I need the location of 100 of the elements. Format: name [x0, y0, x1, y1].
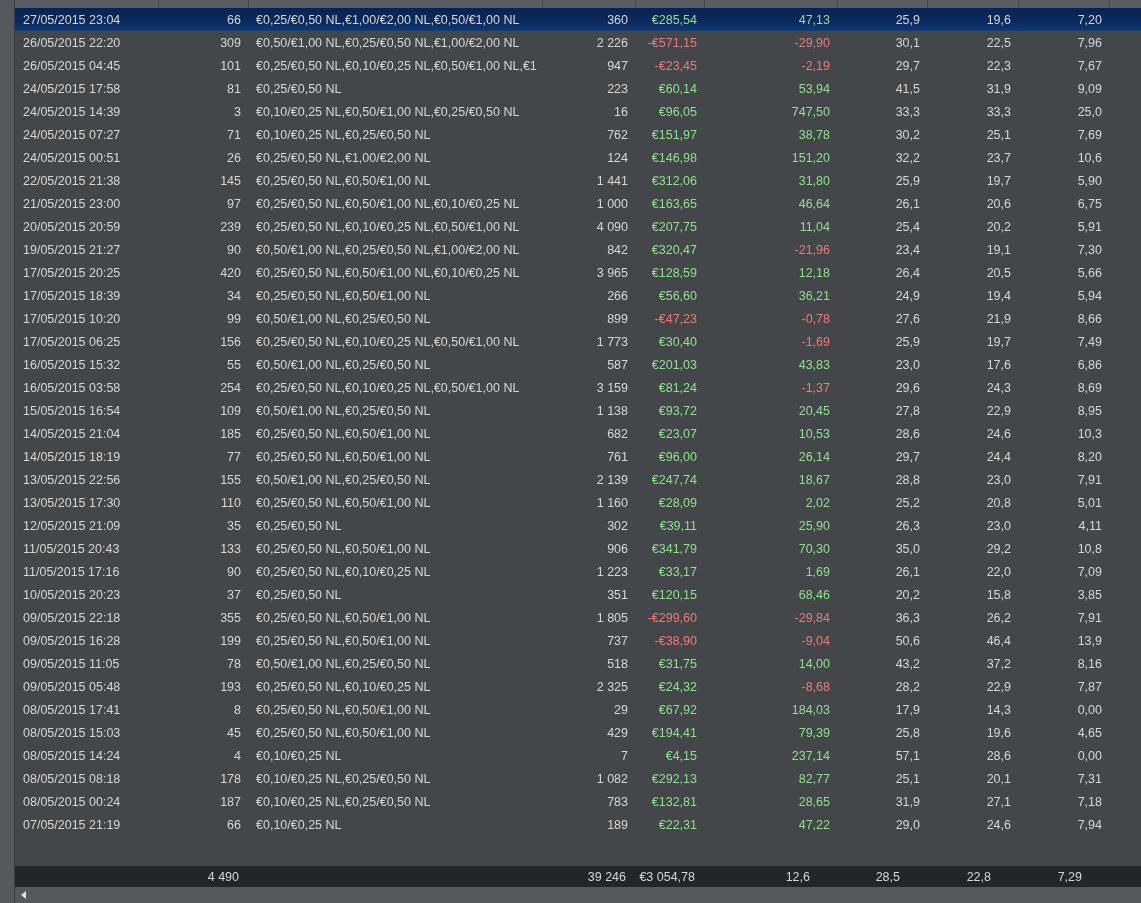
table-row[interactable]: 24/05/2015 17:58 81 €0,25/€0,50 NL 223 €60,14 53,94 41,5 31,9 9,09 — [15, 77, 1141, 100]
table-row[interactable]: 27/05/2015 23:04 66 €0,25/€0,50 NL,€1,00/€2,00 NL,€0,50/€1,00 NL 360 €285,54 47,13 25,9 19,6 7,20 — [15, 8, 1141, 31]
table-row[interactable]: 09/05/2015 11:05 78 €0,50/€1,00 NL,€0,25/€0,50 NL 518 €31,75 14,00 43,2 37,2 8,16 — [15, 652, 1141, 675]
table-cell-text: 08/05/2015 14:24 — [22, 748, 122, 763]
scroll-left-icon[interactable] — [21, 891, 27, 899]
table-cell-text: 22/05/2015 21:38 — [22, 173, 122, 188]
table-cell-text: €0,25/€0,50 NL,€0,50/€1,00 NL,€0,10/€0,25 NL — [255, 196, 521, 211]
table-cell-text: 19/05/2015 21:27 — [22, 242, 122, 257]
table-cell-text: 24/05/2015 14:39 — [22, 104, 122, 119]
table-row[interactable]: 12/05/2015 21:09 35 €0,25/€0,50 NL 302 €39,11 25,90 26,3 23,0 4,11 — [15, 514, 1141, 537]
table-row[interactable]: 17/05/2015 18:39 34 €0,25/€0,50 NL,€0,50/€1,00 NL 266 €56,60 36,21 24,9 19,4 5,94 — [15, 284, 1141, 307]
table-row[interactable]: 09/05/2015 22:18 355 €0,25/€0,50 NL,€0,50/€1,00 NL 1 805 -€299,60 -29,84 36,3 26,2 7,91 — [15, 606, 1141, 629]
table-cell-text: -0,78 — [800, 311, 831, 326]
table-cell-text: 8,16 — [1076, 656, 1103, 671]
table-cell-text: 23,4 — [894, 242, 921, 257]
table-row[interactable]: 08/05/2015 08:18 178 €0,10/€0,25 NL,€0,25/€0,50 NL 1 082 €292,13 82,77 25,1 20,1 7,31 — [15, 767, 1141, 790]
table-cell-text: 29,2 — [985, 541, 1012, 556]
table-cell-text: €0,25/€0,50 NL,€0,10/€0,25 NL,€0,50/€1,00 NL — [255, 334, 521, 349]
table-cell-text: 27/05/2015 23:04 — [22, 12, 122, 27]
table-cell-text: 8,95 — [1076, 403, 1103, 418]
table-cell-text: 26/05/2015 04:45 — [22, 58, 122, 73]
table-cell-text: €292,13 — [650, 771, 698, 786]
table-cell-text: 09/05/2015 05:48 — [22, 679, 122, 694]
table-row[interactable]: 21/05/2015 23:00 97 €0,25/€0,50 NL,€0,50/€1,00 NL,€0,10/€0,25 NL 1 000 €163,65 46,64 26,1 20,6 6,75 — [15, 192, 1141, 215]
table-row[interactable]: 10/05/2015 20:23 37 €0,25/€0,50 NL 351 €120,15 68,46 20,2 15,8 3,85 — [15, 583, 1141, 606]
table-row[interactable]: 15/05/2015 16:54 109 €0,50/€1,00 NL,€0,25/€0,50 NL 1 138 €93,72 20,45 27,8 22,9 8,95 — [15, 399, 1141, 422]
table-cell-text: 1,69 — [804, 564, 831, 579]
table-row[interactable]: 13/05/2015 17:30 110 €0,25/€0,50 NL,€0,50/€1,00 NL 1 160 €28,09 2,02 25,2 20,8 5,01 — [15, 491, 1141, 514]
table-cell-text: 420 — [219, 265, 242, 280]
table-cell-text: 16/05/2015 03:58 — [22, 380, 122, 395]
table-cell-text: €120,15 — [650, 587, 698, 602]
table-row[interactable]: 08/05/2015 00:24 187 €0,10/€0,25 NL,€0,25/€0,50 NL 783 €132,81 28,65 31,9 27,1 7,18 — [15, 790, 1141, 813]
table-row[interactable]: 17/05/2015 06:25 156 €0,25/€0,50 NL,€0,10/€0,25 NL,€0,50/€1,00 NL 1 773 €30,40 -1,69 25,9 19,7 7,49 — [15, 330, 1141, 353]
total-cell-text: 4 490 — [206, 869, 240, 884]
table-cell-text: 178 — [219, 771, 242, 786]
table-row[interactable]: 11/05/2015 20:43 133 €0,25/€0,50 NL,€0,50/€1,00 NL 906 €341,79 70,30 35,0 29,2 10,8 — [15, 537, 1141, 560]
table-row[interactable]: 08/05/2015 15:03 45 €0,25/€0,50 NL,€0,50/€1,00 NL 429 €194,41 79,39 25,8 19,6 4,65 — [15, 721, 1141, 744]
table-cell-text: 8,69 — [1076, 380, 1103, 395]
table-row[interactable]: 09/05/2015 05:48 193 €0,25/€0,50 NL,€0,10/€0,25 NL 2 325 €24,32 -8,68 28,2 22,9 7,87 — [15, 675, 1141, 698]
table-row[interactable]: 20/05/2015 20:59 239 €0,25/€0,50 NL,€0,10/€0,25 NL,€0,50/€1,00 NL 4 090 €207,75 11,04 25,4 20,2 5,91 — [15, 215, 1141, 238]
table-row[interactable]: 16/05/2015 15:32 55 €0,50/€1,00 NL,€0,25/€0,50 NL 587 €201,03 43,83 23,0 17,6 6,86 — [15, 353, 1141, 376]
table-cell-text: 1 441 — [595, 173, 629, 188]
table-cell-text: 3 — [233, 104, 242, 119]
table-cell-text: 50,6 — [894, 633, 921, 648]
table-cell-text: €96,00 — [657, 449, 698, 464]
table-cell-text: 761 — [606, 449, 629, 464]
table-cell-text: €285,54 — [650, 12, 698, 27]
table-row[interactable]: 14/05/2015 18:19 77 €0,25/€0,50 NL,€0,50/€1,00 NL 761 €96,00 26,14 29,7 24,4 8,20 — [15, 445, 1141, 468]
table-cell-text: 35 — [226, 518, 242, 533]
table-cell-text: 25,1 — [894, 771, 921, 786]
table-cell-text: 24,9 — [894, 288, 921, 303]
table-cell-text: 355 — [219, 610, 242, 625]
table-cell-text: 6,86 — [1076, 357, 1103, 372]
table-cell-text: 3,85 — [1076, 587, 1103, 602]
table-cell-text: 360 — [606, 12, 629, 27]
table-row[interactable]: 24/05/2015 00:51 26 €0,25/€0,50 NL,€1,00/€2,00 NL 124 €146,98 151,20 32,2 23,7 10,6 — [15, 146, 1141, 169]
table-cell-text: €39,11 — [658, 518, 698, 533]
table-cell-text: 7,09 — [1076, 564, 1103, 579]
table-cell-text: €0,10/€0,25 NL,€0,50/€1,00 NL,€0,25/€0,50 NL — [255, 104, 521, 119]
table-row[interactable]: 26/05/2015 04:45 101 €0,25/€0,50 NL,€0,10/€0,25 NL,€0,50/€1,00 NL,€1 947 -€23,45 -2,19 29,7 22,3 7,67 — [15, 54, 1141, 77]
table-cell-text: 47,22 — [797, 817, 831, 832]
table-cell-text: 26 — [226, 150, 242, 165]
table-cell-text: 18,67 — [797, 472, 831, 487]
table-row[interactable]: 14/05/2015 21:04 185 €0,25/€0,50 NL,€0,50/€1,00 NL 682 €23,07 10,53 28,6 24,6 10,3 — [15, 422, 1141, 445]
table-row[interactable]: 16/05/2015 03:58 254 €0,25/€0,50 NL,€0,10/€0,25 NL,€0,50/€1,00 NL 3 159 €81,24 -1,37 29,6 24,3 8,69 — [15, 376, 1141, 399]
table-row[interactable]: 19/05/2015 21:27 90 €0,50/€1,00 NL,€0,25/€0,50 NL,€1,00/€2,00 NL 842 €320,47 -21,96 23,4 19,1 7,30 — [15, 238, 1141, 261]
table-cell-text: 10,8 — [1076, 541, 1103, 556]
horizontal-scrollbar[interactable] — [15, 887, 1141, 903]
table-cell-text: 28,6 — [894, 426, 921, 441]
table-row[interactable]: 17/05/2015 20:25 420 €0,25/€0,50 NL,€0,50/€1,00 NL,€0,10/€0,25 NL 3 965 €128,59 12,18 26,4 20,5 5,66 — [15, 261, 1141, 284]
table-cell-text: 1 000 — [595, 196, 629, 211]
table-cell-text: 1 773 — [595, 334, 629, 349]
table-row[interactable]: 24/05/2015 07:27 71 €0,10/€0,25 NL,€0,25/€0,50 NL 762 €151,97 38,78 30,2 25,1 7,69 — [15, 123, 1141, 146]
table-cell-text: €341,79 — [650, 541, 698, 556]
table-row[interactable]: 13/05/2015 22:56 155 €0,50/€1,00 NL,€0,25/€0,50 NL 2 139 €247,74 18,67 28,8 23,0 7,91 — [15, 468, 1141, 491]
table-row[interactable]: 11/05/2015 17:16 90 €0,25/€0,50 NL,€0,10/€0,25 NL 1 223 €33,17 1,69 26,1 22,0 7,09 — [15, 560, 1141, 583]
table-cell-text: 08/05/2015 17:41 — [22, 702, 122, 717]
table-cell-text: -29,84 — [793, 610, 831, 625]
table-cell-text: €67,92 — [657, 702, 698, 717]
table-cell-text: 28,8 — [894, 472, 921, 487]
table-row[interactable]: 22/05/2015 21:38 145 €0,25/€0,50 NL,€0,50/€1,00 NL 1 441 €312,06 31,80 25,9 19,7 5,90 — [15, 169, 1141, 192]
table-row[interactable]: 26/05/2015 22:20 309 €0,50/€1,00 NL,€0,25/€0,50 NL,€1,00/€2,00 NL 2 226 -€571,15 -29,90 30,1 22,5 7,96 — [15, 31, 1141, 54]
table-cell-text: 747,50 — [790, 104, 831, 119]
table-cell-text: €0,25/€0,50 NL,€0,50/€1,00 NL — [255, 725, 432, 740]
table-row[interactable]: 24/05/2015 14:39 3 €0,10/€0,25 NL,€0,50/€1,00 NL,€0,25/€0,50 NL 16 €96,05 747,50 33,3 33,3 25,0 — [15, 100, 1141, 123]
table-cell-text: 7,91 — [1076, 472, 1103, 487]
table-row[interactable]: 17/05/2015 10:20 99 €0,50/€1,00 NL,€0,25/€0,50 NL 899 -€47,23 -0,78 27,6 21,9 8,66 — [15, 307, 1141, 330]
table-cell-text: 24/05/2015 07:27 — [22, 127, 122, 142]
table-row[interactable]: 09/05/2015 16:28 199 €0,25/€0,50 NL,€0,50/€1,00 NL 737 -€38,90 -9,04 50,6 46,4 13,9 — [15, 629, 1141, 652]
table-cell-text: €247,74 — [650, 472, 698, 487]
table-row[interactable]: 07/05/2015 21:19 66 €0,10/€0,25 NL 189 €22,31 47,22 29,0 24,6 7,94 — [15, 813, 1141, 836]
table-cell-text: 17/05/2015 18:39 — [22, 288, 122, 303]
table-cell-text: 9,09 — [1076, 81, 1103, 96]
table-cell-text: €0,50/€1,00 NL,€0,25/€0,50 NL — [255, 472, 432, 487]
table-cell-text: €0,50/€1,00 NL,€0,25/€0,50 NL — [255, 357, 432, 372]
table-cell-text: 77 — [226, 449, 242, 464]
table-cell-text: 25,0 — [1076, 104, 1103, 119]
table-cell-text: 23,0 — [894, 357, 921, 372]
table-row[interactable]: 08/05/2015 17:41 8 €0,25/€0,50 NL,€0,50/€1,00 NL 29 €67,92 184,03 17,9 14,3 0,00 — [15, 698, 1141, 721]
table-row[interactable]: 08/05/2015 14:24 4 €0,10/€0,25 NL 7 €4,15 237,14 57,1 28,6 0,00 — [15, 744, 1141, 767]
